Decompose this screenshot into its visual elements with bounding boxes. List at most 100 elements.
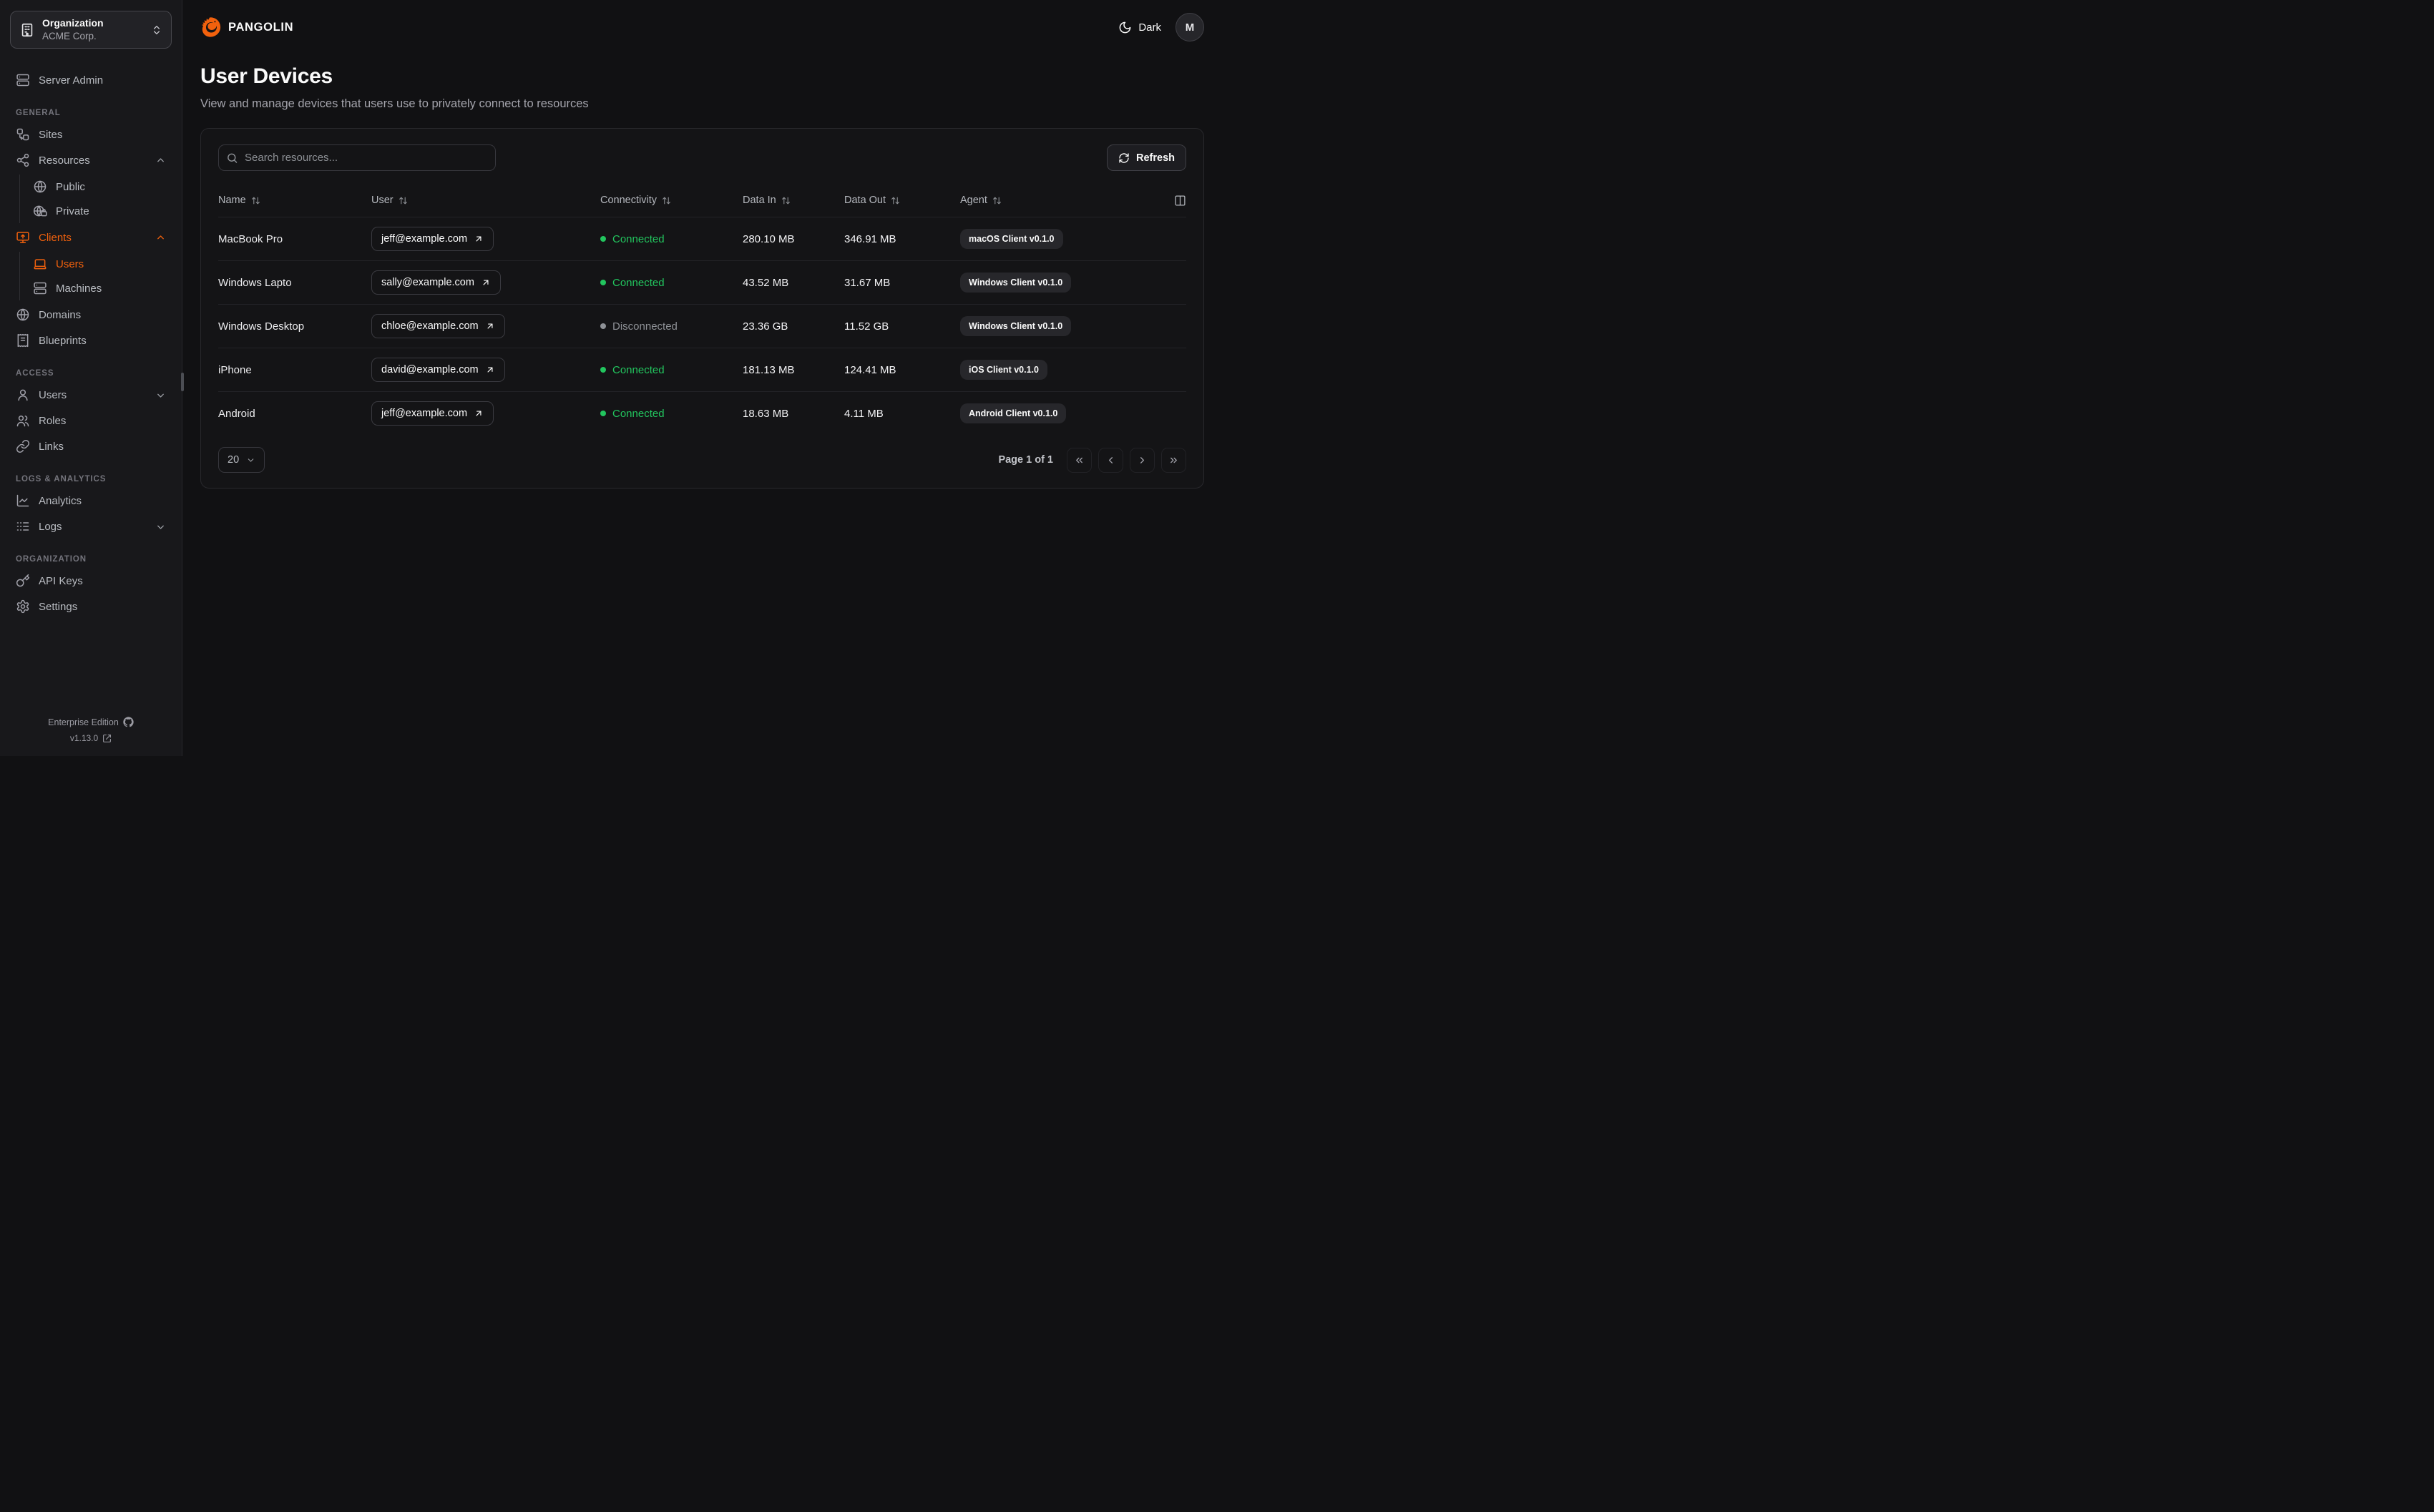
sidebar-item-label: Blueprints [39,334,87,347]
avatar-initial: M [1185,21,1195,34]
refresh-button[interactable]: Refresh [1107,144,1186,171]
avatar[interactable]: M [1176,13,1204,41]
sidebar-scrollbar[interactable] [181,373,184,391]
chevron-down-icon [246,456,255,465]
column-label: Connectivity [600,195,657,206]
sidebar-item-users[interactable]: Users [10,382,172,408]
sidebar-item-label: Sites [39,128,63,141]
first-page-button[interactable] [1067,447,1092,473]
github-icon[interactable] [123,717,134,727]
sidebar-item-server-admin[interactable]: Server Admin [10,67,172,93]
data-in-value: 181.13 MB [743,363,795,376]
sidebar-item-label: API Keys [39,574,83,587]
clients-subnav: Users Machines [19,252,172,301]
sidebar-item-public[interactable]: Public [27,175,172,199]
sidebar-item-label: Clients [39,231,72,244]
data-in-value: 23.36 GB [743,320,788,333]
theme-toggle[interactable]: Dark [1118,21,1161,34]
user-email: chloe@example.com [381,320,479,332]
sidebar-item-settings[interactable]: Settings [10,594,172,619]
data-out-value: 124.41 MB [844,363,896,376]
resources-icon [16,153,30,167]
column-header-connectivity[interactable]: Connectivity [600,195,743,206]
user-email: jeff@example.com [381,233,468,245]
user-link-button[interactable]: jeff@example.com [371,227,494,251]
card-toolbar: Refresh [218,129,1186,184]
refresh-icon [1118,152,1130,164]
sidebar-item-machines[interactable]: Machines [27,276,172,300]
connectivity-status: Connected [600,408,743,420]
status-label: Connected [612,232,665,245]
sidebar-item-label: Links [39,440,64,453]
sidebar-item-clients[interactable]: Clients [10,225,172,250]
globe-lock-icon [33,204,47,218]
external-link-icon[interactable] [102,734,112,743]
main-area: PANGOLIN Dark M User Devices View and ma… [182,0,1217,756]
chevrons-right-icon [1168,455,1179,466]
user-link-button[interactable]: chloe@example.com [371,314,505,338]
sidebar-item-sites[interactable]: Sites [10,122,172,147]
sidebar-section-organization: ORGANIZATION [16,555,87,564]
page-size-select[interactable]: 20 [218,447,265,473]
sidebar-item-api-keys[interactable]: API Keys [10,568,172,594]
data-out-value: 11.52 GB [844,320,889,333]
sidebar-item-label: Resources [39,154,90,167]
table-header: Name User Connectivity Data In Data Out … [218,184,1186,217]
arrow-up-right-icon [474,408,484,418]
columns-toggle-icon[interactable] [1174,195,1186,207]
prev-page-button[interactable] [1098,447,1123,473]
brand[interactable]: PANGOLIN [200,16,293,38]
data-in-value: 280.10 MB [743,232,795,245]
sidebar-item-label: Users [39,388,67,401]
column-header-name[interactable]: Name [218,195,371,206]
org-selector[interactable]: Organization ACME Corp. [10,11,172,49]
last-page-button[interactable] [1161,447,1186,473]
column-header-data-out[interactable]: Data Out [844,195,960,206]
sidebar-nav: Server Admin GENERAL Sites Resources Pub… [10,67,172,711]
sidebar-item-analytics[interactable]: Analytics [10,488,172,514]
user-link-button[interactable]: sally@example.com [371,270,501,295]
status-label: Connected [612,407,665,420]
column-header-agent[interactable]: Agent [960,195,1160,206]
next-page-button[interactable] [1130,447,1155,473]
globe-icon [16,308,30,322]
sidebar-item-blueprints[interactable]: Blueprints [10,328,172,353]
sidebar-item-label: Server Admin [39,74,104,87]
sort-icon [781,196,791,205]
search-input[interactable] [218,144,496,171]
pager: Page 1 of 1 [998,447,1186,473]
user-email: sally@example.com [381,277,474,288]
sidebar-item-clients-users[interactable]: Users [27,252,172,276]
column-header-data-in[interactable]: Data In [743,195,844,206]
sidebar-item-domains[interactable]: Domains [10,302,172,328]
connectivity-status: Connected [600,233,743,245]
sidebar-item-label: Users [56,257,84,270]
sidebar-item-roles[interactable]: Roles [10,408,172,433]
table-row: iPhone david@example.com Connected 181.1… [218,348,1186,391]
column-header-user[interactable]: User [371,195,600,206]
org-selector-label: Organization [42,17,104,29]
sidebar-item-label: Domains [39,308,82,321]
chevron-right-icon [1137,455,1148,466]
sidebar-item-logs[interactable]: Logs [10,514,172,539]
topbar: PANGOLIN Dark M [200,0,1204,54]
device-name: MacBook Pro [218,232,283,245]
org-selector-value: ACME Corp. [42,30,97,41]
sidebar-item-label: Private [56,205,89,217]
agent-badge: iOS Client v0.1.0 [960,360,1047,380]
device-name: iPhone [218,363,252,376]
globe-icon [33,180,47,194]
table-row: Windows Desktop chloe@example.com Discon… [218,304,1186,348]
data-out-value: 346.91 MB [844,232,896,245]
logs-icon [16,519,30,534]
chevron-up-icon [155,155,166,166]
server-icon [33,281,47,295]
user-link-button[interactable]: david@example.com [371,358,505,382]
agent-badge: macOS Client v0.1.0 [960,229,1063,249]
arrow-up-right-icon [481,278,491,288]
sidebar-item-links[interactable]: Links [10,433,172,459]
chevrons-left-icon [1074,455,1085,466]
user-link-button[interactable]: jeff@example.com [371,401,494,426]
sidebar-item-resources[interactable]: Resources [10,147,172,173]
sidebar-item-private[interactable]: Private [27,199,172,223]
